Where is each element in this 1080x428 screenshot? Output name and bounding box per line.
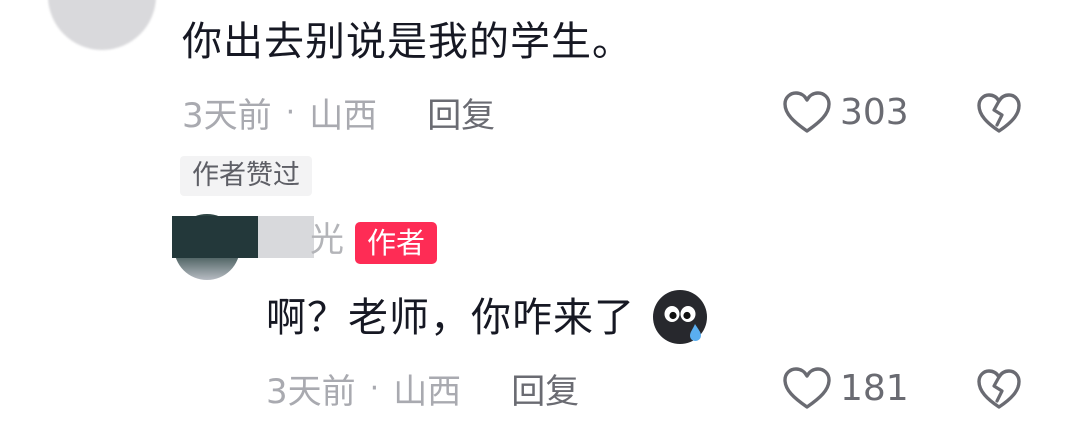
blurred-username-part xyxy=(172,216,262,258)
reply-username[interactable]: 光 xyxy=(310,218,344,262)
meta-separator: · xyxy=(285,94,296,130)
dislike-button[interactable] xyxy=(976,92,1022,134)
heart-icon xyxy=(782,90,832,134)
sweat-face-emoji-icon xyxy=(651,288,711,348)
like-count: 303 xyxy=(840,91,909,133)
comment-time: 3天前 xyxy=(182,95,272,136)
broken-heart-icon xyxy=(976,368,1022,410)
reply-button[interactable]: 回复 xyxy=(427,88,495,137)
blurred-username-part xyxy=(258,216,314,258)
avatar[interactable] xyxy=(48,0,156,50)
reply-comment-text: 啊？老师，你咋来了 xyxy=(266,295,635,341)
author-badge: 作者 xyxy=(355,222,438,264)
heart-icon xyxy=(782,366,832,410)
author-liked-tag: 作者赞过 xyxy=(180,156,312,196)
comment-time: 3天前 xyxy=(266,371,356,412)
dislike-button[interactable] xyxy=(976,368,1022,410)
comment-location: 山西 xyxy=(393,371,462,412)
broken-heart-icon xyxy=(976,92,1022,134)
meta-separator: · xyxy=(369,370,380,406)
reply-comment-meta: 3天前 · 山西 回复 xyxy=(266,368,579,412)
like-count: 181 xyxy=(840,367,909,409)
comment-location: 山西 xyxy=(309,95,378,136)
like-button[interactable]: 303 xyxy=(782,90,909,134)
comment-meta: 3天前 · 山西 回复 xyxy=(182,92,495,136)
like-button[interactable]: 181 xyxy=(782,366,909,410)
comment-text: 你出去别说是我的学生。 xyxy=(182,19,633,65)
reply-button[interactable]: 回复 xyxy=(511,364,579,413)
reply-comment-body: 啊？老师，你咋来了 xyxy=(266,288,711,348)
